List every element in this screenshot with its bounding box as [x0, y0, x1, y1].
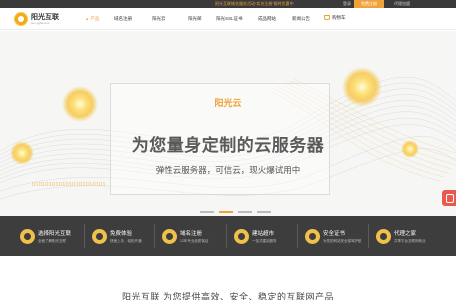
feature-divider	[154, 224, 155, 248]
carousel-dot[interactable]	[257, 211, 271, 213]
feature-desc: 全面了解阳光互联	[38, 239, 66, 243]
site-header: 阳光互联 sun-ygfw.com 产品 域名注册 阳光云 阳光邮 阳光SSL证…	[0, 8, 456, 30]
feature-title: 代理之家	[394, 231, 417, 237]
carousel-dot[interactable]	[238, 211, 252, 213]
top-bar: 阳光互联域名服务活动“实名注册”限时优惠中 登录 免费注册 代理加盟	[0, 0, 456, 8]
carousel-dot[interactable]	[200, 211, 214, 213]
feature-desc: 快速上手，轻松开通	[110, 239, 142, 243]
hero-subtitle: 弹性云服务器，可信云，现火爆试用中	[155, 165, 301, 175]
hero-small-title: 阳光云	[214, 98, 242, 108]
nav-item-websites[interactable]: 成品网站	[258, 16, 276, 22]
register-button[interactable]: 免费注册	[354, 0, 384, 8]
feature-ssl[interactable]: 安全证书 为您的网站安全保驾护航	[301, 216, 373, 256]
nav-item-ssl[interactable]: 阳光SSL证书	[216, 16, 243, 22]
feature-title: 免费体验	[110, 231, 133, 237]
nav-item-mail[interactable]: 阳光邮	[188, 16, 202, 22]
carousel-dot-active[interactable]	[219, 211, 233, 213]
free-icon	[92, 229, 107, 244]
feature-desc: 为您的网站安全保驾护航	[323, 239, 362, 243]
feature-divider	[226, 224, 227, 248]
feature-domain[interactable]: 域名注册 12年专业品质保证	[158, 216, 230, 256]
agent-link[interactable]: 代理加盟	[394, 1, 410, 7]
login-link[interactable]: 登录	[343, 1, 351, 7]
feature-title: 域名注册	[180, 231, 203, 237]
site-icon	[234, 229, 249, 244]
cart-icon	[324, 15, 330, 21]
feature-site-market[interactable]: 建站超市 一站式建站服务	[230, 216, 302, 256]
feature-desc: 一站式建站服务	[252, 239, 277, 243]
section-heading: 阳光互联 为您提供高效、安全、稳定的互联网产品	[121, 292, 334, 300]
shield-icon	[305, 229, 320, 244]
feature-choose[interactable]: 选择阳光互联 全面了解阳光互联	[16, 216, 88, 256]
brand-domain: sun-ygfw.com	[31, 21, 50, 25]
nav-item-products[interactable]: 产品	[86, 16, 99, 22]
hero-banner[interactable]: 0101010101010101010101	[0, 31, 456, 216]
feature-agent[interactable]: 代理之家 共享平台互联网商业	[372, 216, 444, 256]
feature-free-trial[interactable]: 免费体验 快速上手，轻松开通	[88, 216, 160, 256]
feature-title: 安全证书	[323, 231, 346, 237]
nav-item-cloud[interactable]: 阳光云	[152, 16, 166, 22]
sun-logo-icon[interactable]	[14, 12, 28, 26]
hero-title: 为您量身定制的云服务器	[131, 136, 325, 155]
feature-desc: 共享平台互联网商业	[394, 239, 426, 243]
hero-binary-text: 0101010101010101010101	[32, 182, 106, 188]
feature-title: 建站超市	[252, 231, 275, 237]
globe-icon	[162, 229, 177, 244]
cart-label: 购物车	[332, 15, 346, 20]
feature-title: 选择阳光互联	[38, 231, 72, 237]
feature-desc: 12年专业品质保证	[180, 239, 209, 243]
cart-button[interactable]: 购物车	[324, 15, 346, 21]
feature-bar: 选择阳光互联 全面了解阳光互联 免费体验 快速上手，轻松开通 域名注册 12年专…	[0, 216, 456, 256]
agent-icon	[376, 229, 391, 244]
nav-item-domain[interactable]: 域名注册	[114, 16, 132, 22]
feature-divider	[297, 224, 298, 248]
feature-divider	[368, 224, 369, 248]
nav-item-news[interactable]: 新闻公告	[292, 16, 310, 22]
sun-icon	[20, 229, 35, 244]
feature-divider	[84, 224, 85, 248]
side-contact-icon[interactable]	[442, 190, 456, 206]
promo-text[interactable]: 阳光互联域名服务活动“实名注册”限时优惠中	[215, 1, 294, 7]
